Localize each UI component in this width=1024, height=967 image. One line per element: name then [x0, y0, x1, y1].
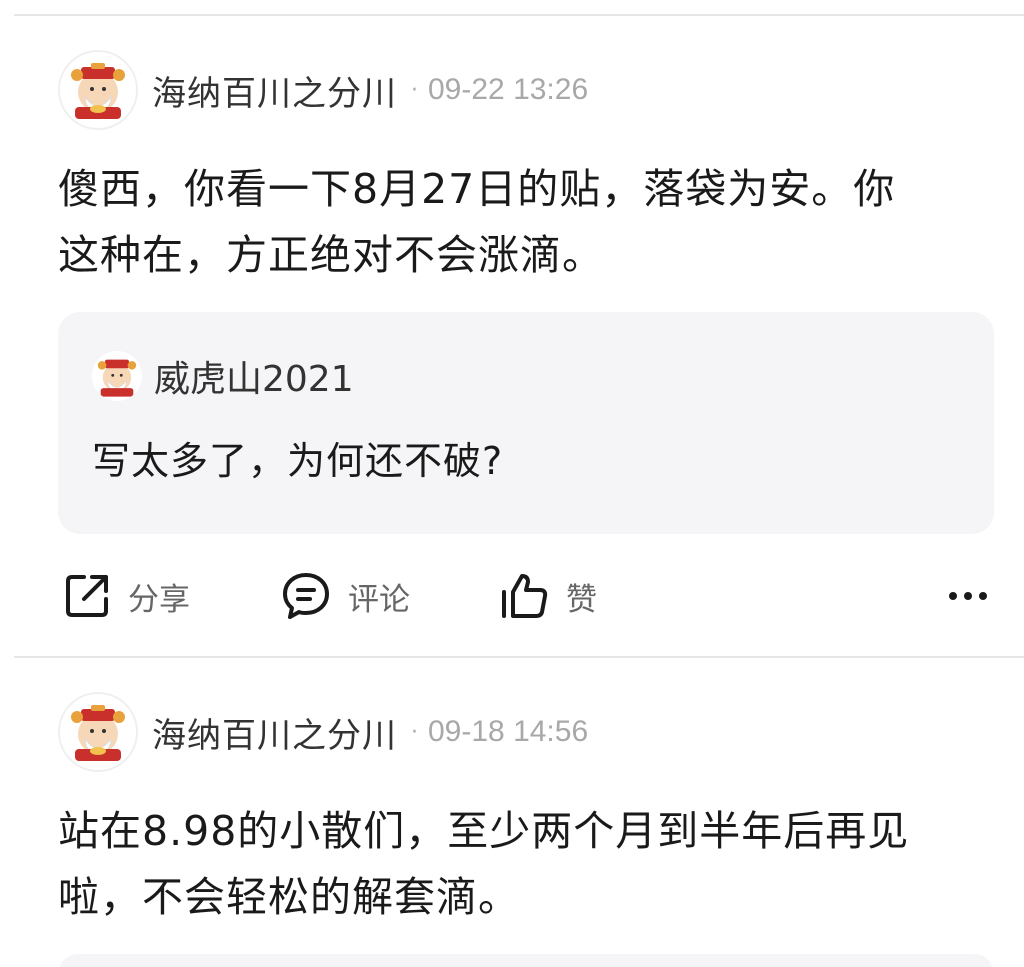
like-button[interactable]: 赞: [498, 566, 597, 626]
post-body-line: 站在8.98的小散们，至少两个月到半年后再见: [58, 807, 910, 855]
share-label: 分享: [128, 581, 190, 618]
meta-separator: ·: [411, 77, 418, 103]
quoted-author-avatar[interactable]: [92, 351, 142, 401]
comment-label: 评论: [348, 581, 410, 618]
post-card: 海纳百川之分川 · 09-18 14:56 站在8.98的小散们，至少两个月到半…: [0, 692, 1024, 967]
post-body-line: 啦，不会轻松的解套滴。: [58, 873, 520, 921]
quoted-text: 写太多了，为何还不破?: [92, 439, 504, 483]
top-divider: [14, 14, 1024, 16]
post-time: 09-18 14:56: [428, 715, 589, 748]
author-avatar[interactable]: [58, 50, 138, 130]
share-button[interactable]: 分享: [62, 566, 190, 626]
more-dots-icon: [949, 592, 987, 600]
like-label: 赞: [566, 581, 597, 618]
post-body[interactable]: 站在8.98的小散们，至少两个月到半年后再见 啦，不会轻松的解套滴。: [58, 798, 988, 930]
comment-button[interactable]: 评论: [280, 566, 410, 626]
author-name[interactable]: 海纳百川之分川: [152, 708, 397, 757]
quoted-author-row: 威虎山2021: [92, 350, 354, 402]
meta-separator: ·: [411, 719, 418, 745]
post-body[interactable]: 傻西，你看一下8月27日的贴，落袋为安。你 这种在，方正绝对不会涨滴。: [58, 156, 988, 288]
post-card: 海纳百川之分川 · 09-22 13:26 傻西，你看一下8月27日的贴，落袋为…: [0, 50, 1024, 650]
quoted-post[interactable]: 威虎山2021 写太多了，为何还不破?: [58, 312, 994, 534]
quoted-author-name[interactable]: 威虎山2021: [154, 350, 354, 402]
post-divider: [14, 656, 1024, 658]
thumbs-up-icon: [502, 574, 548, 618]
share-icon: [66, 575, 108, 617]
post-feed: 海纳百川之分川 · 09-22 13:26 傻西，你看一下8月27日的贴，落袋为…: [0, 0, 1024, 967]
caishen-avatar-icon: [97, 359, 137, 397]
post-header: 海纳百川之分川 · 09-22 13:26: [58, 50, 588, 130]
action-bar: 分享 评论 赞: [0, 566, 1024, 626]
author-name[interactable]: 海纳百川之分川: [152, 66, 397, 115]
caishen-avatar-icon: [71, 705, 125, 761]
author-avatar[interactable]: [58, 692, 138, 772]
post-header: 海纳百川之分川 · 09-18 14:56: [58, 692, 588, 772]
caishen-avatar-icon: [71, 63, 125, 119]
post-body-line: 傻西，你看一下8月27日的贴，落袋为安。你: [58, 165, 896, 213]
more-options-button[interactable]: [948, 566, 988, 626]
quoted-post[interactable]: [58, 954, 994, 967]
post-time: 09-22 13:26: [428, 73, 589, 106]
comment-icon: [283, 573, 329, 619]
post-body-line: 这种在，方正绝对不会涨滴。: [58, 231, 604, 279]
